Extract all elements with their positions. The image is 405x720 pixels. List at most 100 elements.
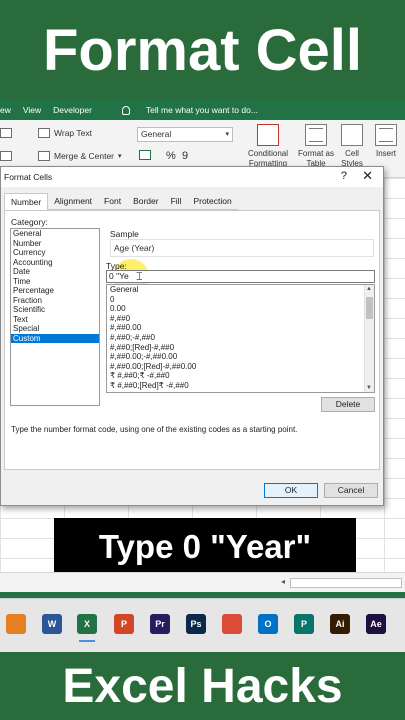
format-as-table-button[interactable]: Format as Table	[294, 124, 338, 169]
cell-styles-icon	[341, 124, 363, 146]
format-item[interactable]: 0	[107, 295, 374, 305]
excel-window: ew View Developer Tell me what you want …	[0, 100, 405, 652]
category-item[interactable]: Scientific	[11, 305, 99, 315]
tab-fill[interactable]: Fill	[164, 193, 188, 210]
category-item[interactable]: Fraction	[11, 296, 99, 306]
insert-icon	[375, 124, 397, 146]
category-item[interactable]: Accounting	[11, 258, 99, 268]
format-item[interactable]: #,##0;[Red]-#,##0	[107, 343, 374, 353]
cancel-button[interactable]: Cancel	[324, 483, 378, 498]
powerpoint-icon[interactable]: P	[114, 614, 134, 634]
category-item[interactable]: Currency	[11, 248, 99, 258]
tab-border[interactable]: Border	[127, 193, 165, 210]
dialog-title-bar[interactable]: Format Cells	[1, 167, 383, 187]
orientation-icon	[0, 128, 12, 138]
dialog-tabs: Number Alignment Font Border Fill Protec…	[4, 193, 238, 210]
banner-title: Format Cell	[42, 17, 363, 83]
excel-icon[interactable]: X	[77, 614, 97, 642]
format-item[interactable]: #,##0;-#,##0	[107, 333, 374, 343]
format-item[interactable]: ₹ #,##0;₹ -#,##0	[107, 371, 374, 381]
type-input[interactable]: 0 "Ye	[106, 270, 375, 283]
close-icon[interactable]: ✕	[362, 168, 373, 184]
format-list-scrollbar[interactable]: ▲ ▼	[364, 285, 374, 392]
format-item[interactable]: #,##0	[107, 314, 374, 324]
premiere-icon[interactable]: Pr	[150, 614, 170, 634]
dialog-title: Format Cells	[4, 172, 53, 182]
ok-button[interactable]: OK	[264, 483, 318, 498]
scroll-thumb[interactable]	[366, 297, 373, 319]
caption-text: Type 0 "Year"	[98, 528, 312, 565]
category-item[interactable]: Text	[11, 315, 99, 325]
orientation-button[interactable]	[0, 128, 12, 138]
category-item[interactable]: Percentage	[11, 286, 99, 296]
format-item[interactable]: ₹ #,##0;[Red]₹ -#,##0	[107, 381, 374, 391]
format-item[interactable]: #,##0.00	[107, 323, 374, 333]
category-list[interactable]: General Number Currency Accounting Date …	[10, 228, 100, 406]
tab-font[interactable]: Font	[98, 193, 128, 210]
horizontal-scrollbar[interactable]	[290, 578, 402, 588]
format-item[interactable]: #,##0.00;[Red]-#,##0.00	[107, 362, 374, 372]
help-icon[interactable]: ?	[341, 170, 347, 182]
tab-review[interactable]: ew	[0, 105, 11, 115]
category-item-selected[interactable]: Custom	[11, 333, 99, 343]
text-cursor-icon: ⌶	[136, 271, 143, 283]
wrap-text-button[interactable]: Wrap Text	[38, 128, 92, 138]
after-effects-icon[interactable]: Ae	[366, 614, 386, 634]
outlook-icon[interactable]: O	[258, 614, 278, 634]
app-icon[interactable]	[6, 614, 26, 634]
tab-alignment[interactable]: Alignment	[48, 193, 99, 210]
number-format-dropdown[interactable]: General ▾	[137, 127, 233, 142]
tell-me-text: Tell me what you want to do...	[145, 105, 258, 115]
category-item[interactable]: Date	[11, 267, 99, 277]
format-item[interactable]: General	[107, 285, 374, 295]
format-code-list[interactable]: General 0 0.00 #,##0 #,##0.00 #,##0;-#,#…	[106, 284, 375, 393]
scroll-up-icon[interactable]: ▲	[366, 286, 372, 292]
publisher-icon[interactable]: P	[294, 614, 314, 634]
photoshop-icon[interactable]: Ps	[186, 614, 206, 634]
scroll-left-icon[interactable]: ◂	[281, 577, 285, 586]
tab-number[interactable]: Number	[4, 193, 49, 210]
merge-center-button[interactable]: Merge & Center ▾	[38, 151, 122, 161]
wrap-text-icon	[38, 128, 50, 138]
chrome-icon[interactable]	[222, 614, 242, 634]
merge-icon	[38, 151, 50, 161]
indent-button[interactable]	[0, 151, 12, 161]
category-label: Category:	[11, 217, 48, 227]
percent-button[interactable]: %	[166, 150, 176, 162]
category-item[interactable]: Time	[11, 277, 99, 287]
cell-styles-button[interactable]: Cell Styles	[339, 124, 365, 169]
conditional-formatting-icon	[257, 124, 279, 146]
format-as-table-icon	[305, 124, 327, 146]
top-banner: Format Cell	[0, 0, 405, 100]
caption-overlay: Type 0 "Year"	[54, 518, 356, 576]
comma-icon: 9	[182, 150, 189, 162]
category-item[interactable]: Number	[11, 239, 99, 249]
indent-icon	[0, 151, 12, 161]
format-item[interactable]: 0.00	[107, 304, 374, 314]
insert-button[interactable]: Insert	[375, 124, 397, 158]
ribbon-tab-bar: ew View Developer Tell me what you want …	[0, 100, 405, 120]
category-item[interactable]: General	[11, 229, 99, 239]
tab-protection[interactable]: Protection	[187, 193, 238, 210]
category-item[interactable]: Special	[11, 324, 99, 334]
currency-button[interactable]	[139, 150, 151, 160]
tell-me-box[interactable]: Tell me what you want to do...	[110, 105, 258, 115]
word-icon[interactable]: W	[42, 614, 62, 634]
tab-view[interactable]: View	[23, 105, 41, 115]
currency-icon	[139, 150, 151, 160]
conditional-formatting-button[interactable]: Conditional Formatting	[244, 124, 292, 169]
horizontal-scrollbar-area: ◂	[0, 572, 405, 592]
illustrator-icon[interactable]: Ai	[330, 614, 350, 634]
comma-button[interactable]: 9	[182, 150, 188, 162]
merge-center-label: Merge & Center	[54, 151, 114, 161]
delete-button[interactable]: Delete	[321, 397, 375, 412]
number-tab-panel: Category: General Number Currency Accoun…	[4, 210, 380, 470]
tab-developer[interactable]: Developer	[53, 105, 92, 115]
banner-footer: Excel Hacks	[62, 659, 343, 713]
scroll-down-icon[interactable]: ▼	[366, 385, 372, 391]
number-format-value: General	[141, 129, 172, 139]
sample-preview: Age (Year)	[110, 239, 374, 257]
wrap-text-label: Wrap Text	[54, 128, 92, 138]
format-item[interactable]: #,##0.00;-#,##0.00	[107, 352, 374, 362]
lightbulb-icon	[121, 105, 130, 115]
